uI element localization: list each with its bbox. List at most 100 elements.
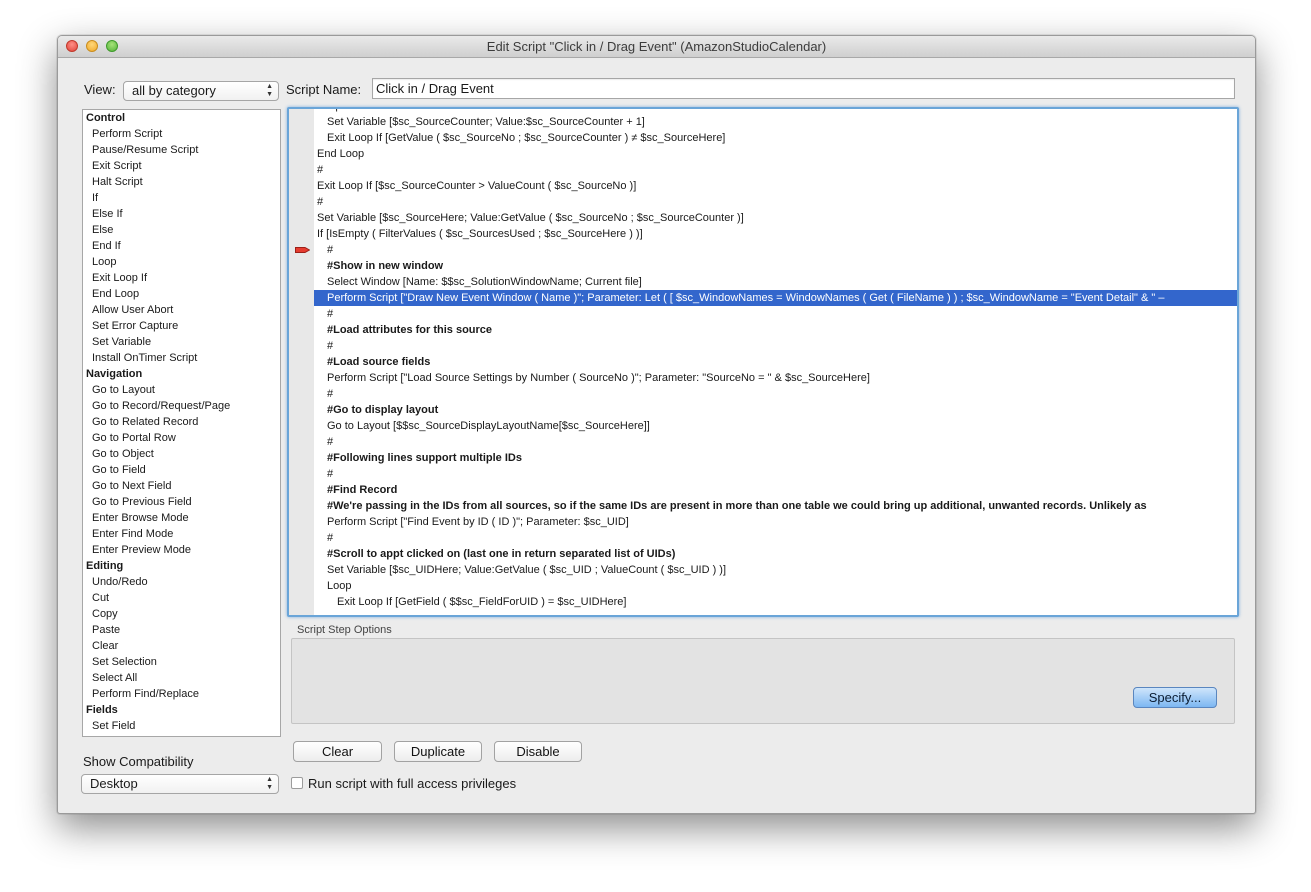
steps-list-item[interactable]: Loop bbox=[83, 254, 280, 270]
steps-list-item[interactable]: Go to Record/Request/Page bbox=[83, 398, 280, 414]
compatibility-popup[interactable]: Desktop ▲ ▼ bbox=[81, 774, 279, 794]
steps-list-item[interactable]: Allow User Abort bbox=[83, 302, 280, 318]
script-line-text: # bbox=[317, 164, 324, 176]
steps-list-item[interactable]: Set Error Capture bbox=[83, 318, 280, 334]
script-line[interactable]: Loop bbox=[314, 578, 1237, 594]
steps-list-item[interactable]: Pause/Resume Script bbox=[83, 142, 280, 158]
compatibility-popup-value: Desktop bbox=[90, 776, 138, 791]
steps-list-item[interactable]: Go to Related Record bbox=[83, 414, 280, 430]
steps-list-item[interactable]: Set Field bbox=[83, 718, 280, 734]
script-line[interactable]: Exit Loop If [GetValue ( $sc_SourceNo ; … bbox=[314, 130, 1237, 146]
steps-list-item[interactable]: Halt Script bbox=[83, 174, 280, 190]
script-line-text: # bbox=[327, 308, 334, 320]
steps-list-item[interactable]: Go to Object bbox=[83, 446, 280, 462]
script-line[interactable]: #Load attributes for this source bbox=[314, 322, 1237, 338]
script-line[interactable]: # bbox=[314, 530, 1237, 546]
steps-list-item[interactable]: Else If bbox=[83, 206, 280, 222]
steps-list-item[interactable]: Perform Script bbox=[83, 126, 280, 142]
script-line[interactable]: Select Window [Name: $$sc_SolutionWindow… bbox=[314, 274, 1237, 290]
script-line[interactable]: End Loop bbox=[314, 146, 1237, 162]
script-line-selected[interactable]: Perform Script ["Draw New Event Window (… bbox=[314, 290, 1237, 306]
script-editor[interactable]: Loop Set Variable [$sc_SourceCounter; Val… bbox=[287, 107, 1239, 617]
steps-list-item[interactable]: Install OnTimer Script bbox=[83, 350, 280, 366]
steps-list-item[interactable]: Select All bbox=[83, 670, 280, 686]
steps-list-item[interactable]: End Loop bbox=[83, 286, 280, 302]
script-line[interactable]: If [IsEmpty ( FilterValues ( $sc_Sources… bbox=[314, 226, 1237, 242]
script-name-field[interactable]: Click in / Drag Event bbox=[372, 78, 1235, 99]
script-steps-list[interactable]: Control Perform Script Pause/Resume Script… bbox=[82, 109, 281, 737]
full-access-checkbox[interactable] bbox=[291, 777, 303, 789]
script-line[interactable]: Set Variable [$sc_UIDHere; Value:GetValu… bbox=[314, 562, 1237, 578]
script-line[interactable]: Perform Script ["Find Event by ID ( ID )… bbox=[314, 514, 1237, 530]
steps-list-item[interactable]: Else bbox=[83, 222, 280, 238]
full-access-label[interactable]: Run script with full access privileges bbox=[308, 776, 516, 791]
script-line[interactable]: #Show in new window bbox=[314, 258, 1237, 274]
steps-list-item[interactable]: Go to Portal Row bbox=[83, 430, 280, 446]
script-line-text: Select Window [Name: $$sc_SolutionWindow… bbox=[327, 276, 642, 288]
script-line-text: # bbox=[317, 196, 324, 208]
breakpoint-icon[interactable] bbox=[295, 246, 310, 254]
title-bar[interactable]: Edit Script "Click in / Drag Event" (Ama… bbox=[58, 36, 1255, 58]
script-line[interactable]: # bbox=[314, 434, 1237, 450]
script-line-text: If [IsEmpty ( FilterValues ( $sc_Sources… bbox=[317, 228, 643, 240]
script-line[interactable]: # bbox=[314, 306, 1237, 322]
steps-list-item[interactable]: Exit Loop If bbox=[83, 270, 280, 286]
steps-list-item[interactable]: Enter Preview Mode bbox=[83, 542, 280, 558]
steps-list-item[interactable]: Enter Find Mode bbox=[83, 526, 280, 542]
script-line[interactable]: #Following lines support multiple IDs bbox=[314, 450, 1237, 466]
steps-category: Editing bbox=[86, 560, 124, 572]
script-step-options-panel: Specify... bbox=[291, 638, 1235, 724]
steps-list-item[interactable]: Cut bbox=[83, 590, 280, 606]
script-line[interactable]: Perform Script ["Load Source Settings by… bbox=[314, 370, 1237, 386]
steps-list-item[interactable]: Perform Find/Replace bbox=[83, 686, 280, 702]
script-line[interactable]: Exit Loop If [$sc_SourceCounter > ValueC… bbox=[314, 178, 1237, 194]
script-line[interactable]: Exit Loop If [GetField ( $$sc_FieldForUI… bbox=[314, 594, 1237, 610]
script-line[interactable]: # bbox=[314, 194, 1237, 210]
script-line[interactable]: #Go to display layout bbox=[314, 402, 1237, 418]
duplicate-button[interactable]: Duplicate bbox=[394, 741, 482, 762]
steps-list-item[interactable]: Exit Script bbox=[83, 158, 280, 174]
script-line-text: # bbox=[327, 532, 334, 544]
steps-list-item[interactable]: Undo/Redo bbox=[83, 574, 280, 590]
view-popup[interactable]: all by category ▲ ▼ bbox=[123, 81, 279, 101]
disable-button[interactable]: Disable bbox=[494, 741, 582, 762]
breakpoint-gutter[interactable] bbox=[289, 109, 314, 615]
steps-list-item[interactable]: Go to Field bbox=[83, 462, 280, 478]
script-line-text: Exit Loop If [GetField ( $$sc_FieldForUI… bbox=[337, 596, 627, 608]
steps-list-item[interactable]: Go to Next Field bbox=[83, 478, 280, 494]
script-line[interactable]: Set Variable [$sc_SourceHere; Value:GetV… bbox=[314, 210, 1237, 226]
steps-list-item[interactable]: If bbox=[83, 190, 280, 206]
script-line-text: #Find Record bbox=[327, 484, 398, 496]
script-line-text: #Load source fields bbox=[327, 356, 431, 368]
script-line-text: Set Variable [$sc_SourceHere; Value:GetV… bbox=[317, 212, 744, 224]
script-line[interactable]: #Load source fields bbox=[314, 354, 1237, 370]
script-line[interactable]: Go to Layout [$$sc_SourceDisplayLayoutNa… bbox=[314, 418, 1237, 434]
steps-list-item[interactable]: Enter Browse Mode bbox=[83, 510, 280, 526]
steps-list-item[interactable]: Go to Layout bbox=[83, 382, 280, 398]
script-line[interactable]: Loop bbox=[314, 109, 1237, 114]
steps-list-item[interactable]: End If bbox=[83, 238, 280, 254]
script-line[interactable]: # bbox=[314, 338, 1237, 354]
script-line[interactable]: #Find Record bbox=[314, 482, 1237, 498]
script-line[interactable]: # bbox=[314, 386, 1237, 402]
steps-list-item[interactable]: Clear bbox=[83, 638, 280, 654]
script-line-text: Set Variable [$sc_UIDHere; Value:GetValu… bbox=[327, 564, 727, 576]
clear-button[interactable]: Clear bbox=[293, 741, 382, 762]
script-line[interactable]: # bbox=[295, 242, 1237, 258]
steps-list-item[interactable]: Set Variable bbox=[83, 334, 280, 350]
steps-list-item[interactable]: Paste bbox=[83, 622, 280, 638]
script-line-text: End Loop bbox=[317, 148, 365, 160]
steps-list-item[interactable]: Set Selection bbox=[83, 654, 280, 670]
steps-list-item[interactable]: Copy bbox=[83, 606, 280, 622]
popup-arrows-icon: ▲ ▼ bbox=[266, 83, 273, 98]
steps-list-item[interactable]: Go to Previous Field bbox=[83, 494, 280, 510]
script-line[interactable]: # bbox=[314, 466, 1237, 482]
script-line[interactable]: Set Variable [$sc_SourceCounter; Value:$… bbox=[314, 114, 1237, 130]
script-line[interactable]: #Scroll to appt clicked on (last one in … bbox=[314, 546, 1237, 562]
script-line[interactable]: # bbox=[314, 162, 1237, 178]
specify-button[interactable]: Specify... bbox=[1133, 687, 1217, 708]
script-line-text: #Load attributes for this source bbox=[327, 324, 493, 336]
script-line[interactable]: #We're passing in the IDs from all sourc… bbox=[314, 498, 1237, 514]
script-line-text: # bbox=[327, 436, 334, 448]
script-line-text: Exit Loop If [GetValue ( $sc_SourceNo ; … bbox=[327, 132, 726, 144]
